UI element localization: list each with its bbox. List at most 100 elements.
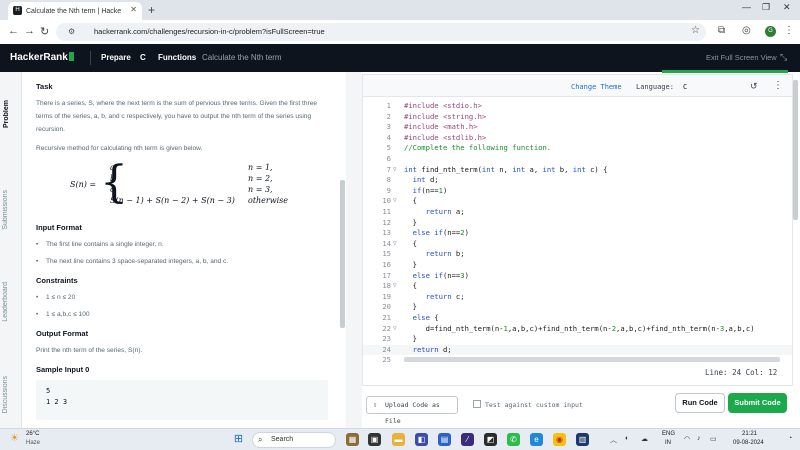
input-language[interactable]: ENG	[662, 431, 675, 437]
close-window-icon[interactable]: ✕	[783, 2, 791, 13]
fold-chevron-icon[interactable]: ▽	[393, 324, 397, 335]
language-select[interactable]: C	[683, 83, 687, 91]
code-line[interactable]: 20 }	[363, 302, 792, 313]
more-options-icon[interactable]: ⋮	[773, 80, 783, 91]
code-line[interactable]: 21 else {	[363, 313, 792, 324]
code-line[interactable]: 1 #include <stdio.h>	[363, 101, 792, 112]
code-line[interactable]: 3 #include <math.h>	[363, 122, 792, 133]
clock-time[interactable]: 21:21	[742, 431, 757, 437]
tab-submissions[interactable]: Submissions	[2, 190, 9, 230]
app-icon[interactable]: ◩	[484, 433, 497, 446]
reload-icon[interactable]: ↻	[40, 25, 49, 38]
profile-sync-icon[interactable]: ◎	[742, 25, 751, 36]
nav-prepare[interactable]: Prepare	[101, 53, 131, 62]
nav-functions[interactable]: Functions	[158, 53, 196, 62]
tray-app-icon[interactable]: ◐	[625, 435, 629, 442]
weather-icon[interactable]: ☀	[10, 433, 19, 444]
tab-close-icon[interactable]: ✕	[130, 5, 137, 14]
code-line[interactable]: 9 if(n==1)	[363, 186, 792, 197]
wifi-icon[interactable]: ◠	[684, 435, 690, 443]
fold-chevron-icon[interactable]: ▽	[393, 281, 397, 292]
file-explorer-icon[interactable]: ▬	[392, 433, 405, 446]
code-line[interactable]: 22 ▽ d=find_nth_term(n-1,a,b,c)+find_nth_…	[363, 324, 792, 335]
upload-code-button[interactable]: ⇧ Upload Code as File	[366, 396, 458, 425]
custom-input-checkbox[interactable]	[473, 400, 481, 408]
battery-icon[interactable]: ▭	[710, 435, 717, 443]
tray-app-icon[interactable]: ☁	[641, 435, 648, 443]
code-line[interactable]: 15 return b;	[363, 249, 792, 260]
minimize-icon[interactable]: —	[742, 2, 751, 12]
fold-chevron-icon[interactable]: ▽	[393, 165, 397, 176]
reset-code-icon[interactable]: ↺	[750, 81, 758, 92]
app-icon[interactable]: ▤	[438, 433, 451, 446]
tab-problem[interactable]: Problem	[3, 100, 10, 128]
clock-date[interactable]: 09-08-2024	[733, 440, 764, 446]
maximize-icon[interactable]: ❐	[762, 2, 770, 13]
whatsapp-icon[interactable]: ✆	[507, 433, 520, 446]
exit-full-screen-icon[interactable]: ⤡	[780, 52, 787, 63]
run-code-button[interactable]: Run Code	[675, 393, 725, 413]
code-line[interactable]: 2 #include <string.h>	[363, 112, 792, 123]
exit-full-screen-link[interactable]: Exit Full Screen View	[706, 53, 777, 62]
sample-input-line: 5	[46, 387, 51, 395]
code-line[interactable]: 6	[363, 154, 792, 165]
fold-chevron-icon[interactable]: ▽	[393, 196, 397, 207]
code-line[interactable]: 13 else if(n==2)	[363, 228, 792, 239]
address-bar[interactable]: ⚙ hackerrank.com/challenges/recursion-in…	[56, 23, 706, 41]
taskbar-search[interactable]: ⌕ Search	[252, 432, 336, 448]
tray-overflow-icon[interactable]: ︿	[610, 435, 617, 445]
code-line[interactable]: 7 ▽ int find_nth_term(int n, int a, int b,…	[363, 165, 792, 176]
chrome-browser-icon[interactable]: ◉	[553, 433, 566, 446]
widgets-app-icon[interactable]: ▦	[346, 433, 359, 446]
tab-leaderboard[interactable]: Leaderboard	[2, 282, 9, 322]
forward-icon[interactable]: →	[24, 25, 35, 37]
volume-icon[interactable]: ♪	[697, 435, 701, 442]
browser-tab[interactable]: H Calculate the Nth term | Hacke ✕	[8, 2, 142, 20]
app-icon[interactable]: ▥	[576, 433, 589, 446]
code-line[interactable]: 10 ▽ {	[363, 196, 792, 207]
code-line[interactable]: 11 return a;	[363, 207, 792, 218]
list-item: The next line contains 3 space-separated…	[36, 255, 328, 268]
site-info-icon[interactable]: ⚙	[68, 23, 75, 41]
code-line[interactable]: 12 }	[363, 218, 792, 229]
code-text: d=find_nth_term(n-1,a,b,c)+find_nth_term…	[404, 323, 755, 333]
code-line[interactable]: 8 int d;	[363, 175, 792, 186]
page-scrollbar[interactable]	[793, 80, 798, 220]
panel-divider[interactable]	[346, 72, 362, 428]
tab-discussions[interactable]: Discussions	[2, 376, 9, 413]
line-number: 22	[382, 323, 391, 333]
windows-start-icon[interactable]: ⊞	[232, 433, 245, 446]
browser-menu-icon[interactable]: ⋮	[784, 25, 794, 36]
problem-scrollbar[interactable]	[340, 180, 345, 328]
output-format-text: Print the nth term of the series, S(n).	[36, 347, 143, 354]
app-icon[interactable]: ⁄	[461, 433, 474, 446]
bookmark-star-icon[interactable]: ☆	[691, 25, 700, 36]
code-line[interactable]: 5 //Complete the following function.	[363, 143, 792, 154]
submit-code-button[interactable]: Submit Code	[728, 393, 787, 413]
profile-avatar-icon[interactable]: G	[765, 26, 776, 37]
code-line[interactable]: 17 else if(n==3)	[363, 271, 792, 282]
edge-browser-icon[interactable]: e	[530, 433, 543, 446]
code-editor[interactable]: 1 #include <stdio.h> 2 #include <string.h> 3…	[363, 101, 792, 365]
code-text: else {	[412, 313, 439, 322]
notification-icon[interactable]: ◔	[788, 435, 792, 442]
extensions-icon[interactable]: ⧉	[718, 25, 725, 36]
back-icon[interactable]: ←	[8, 25, 19, 37]
code-line[interactable]: 19 return c;	[363, 292, 792, 303]
code-line[interactable]: 16 }	[363, 260, 792, 271]
code-line[interactable]: 14 ▽ {	[363, 239, 792, 250]
input-region[interactable]: IN	[665, 440, 671, 446]
code-line[interactable]: 23 }	[363, 334, 792, 345]
change-theme-link[interactable]: Change Theme	[571, 83, 622, 91]
editor-horizontal-scrollbar[interactable]	[404, 357, 780, 362]
code-line[interactable]: 18 ▽ {	[363, 281, 792, 292]
new-tab-icon[interactable]: +	[148, 3, 155, 17]
code-line[interactable]: 24 return d;	[363, 344, 792, 356]
hackerrank-logo[interactable]: HackerRank	[10, 52, 74, 63]
code-text: else if(n==3)	[412, 270, 469, 280]
task-view-icon[interactable]: ▣	[368, 433, 381, 446]
store-app-icon[interactable]: ◧	[415, 433, 428, 446]
code-line[interactable]: 4 #include <stdlib.h>	[363, 133, 792, 144]
fold-chevron-icon[interactable]: ▽	[393, 239, 397, 250]
nav-c[interactable]: C	[140, 53, 146, 62]
